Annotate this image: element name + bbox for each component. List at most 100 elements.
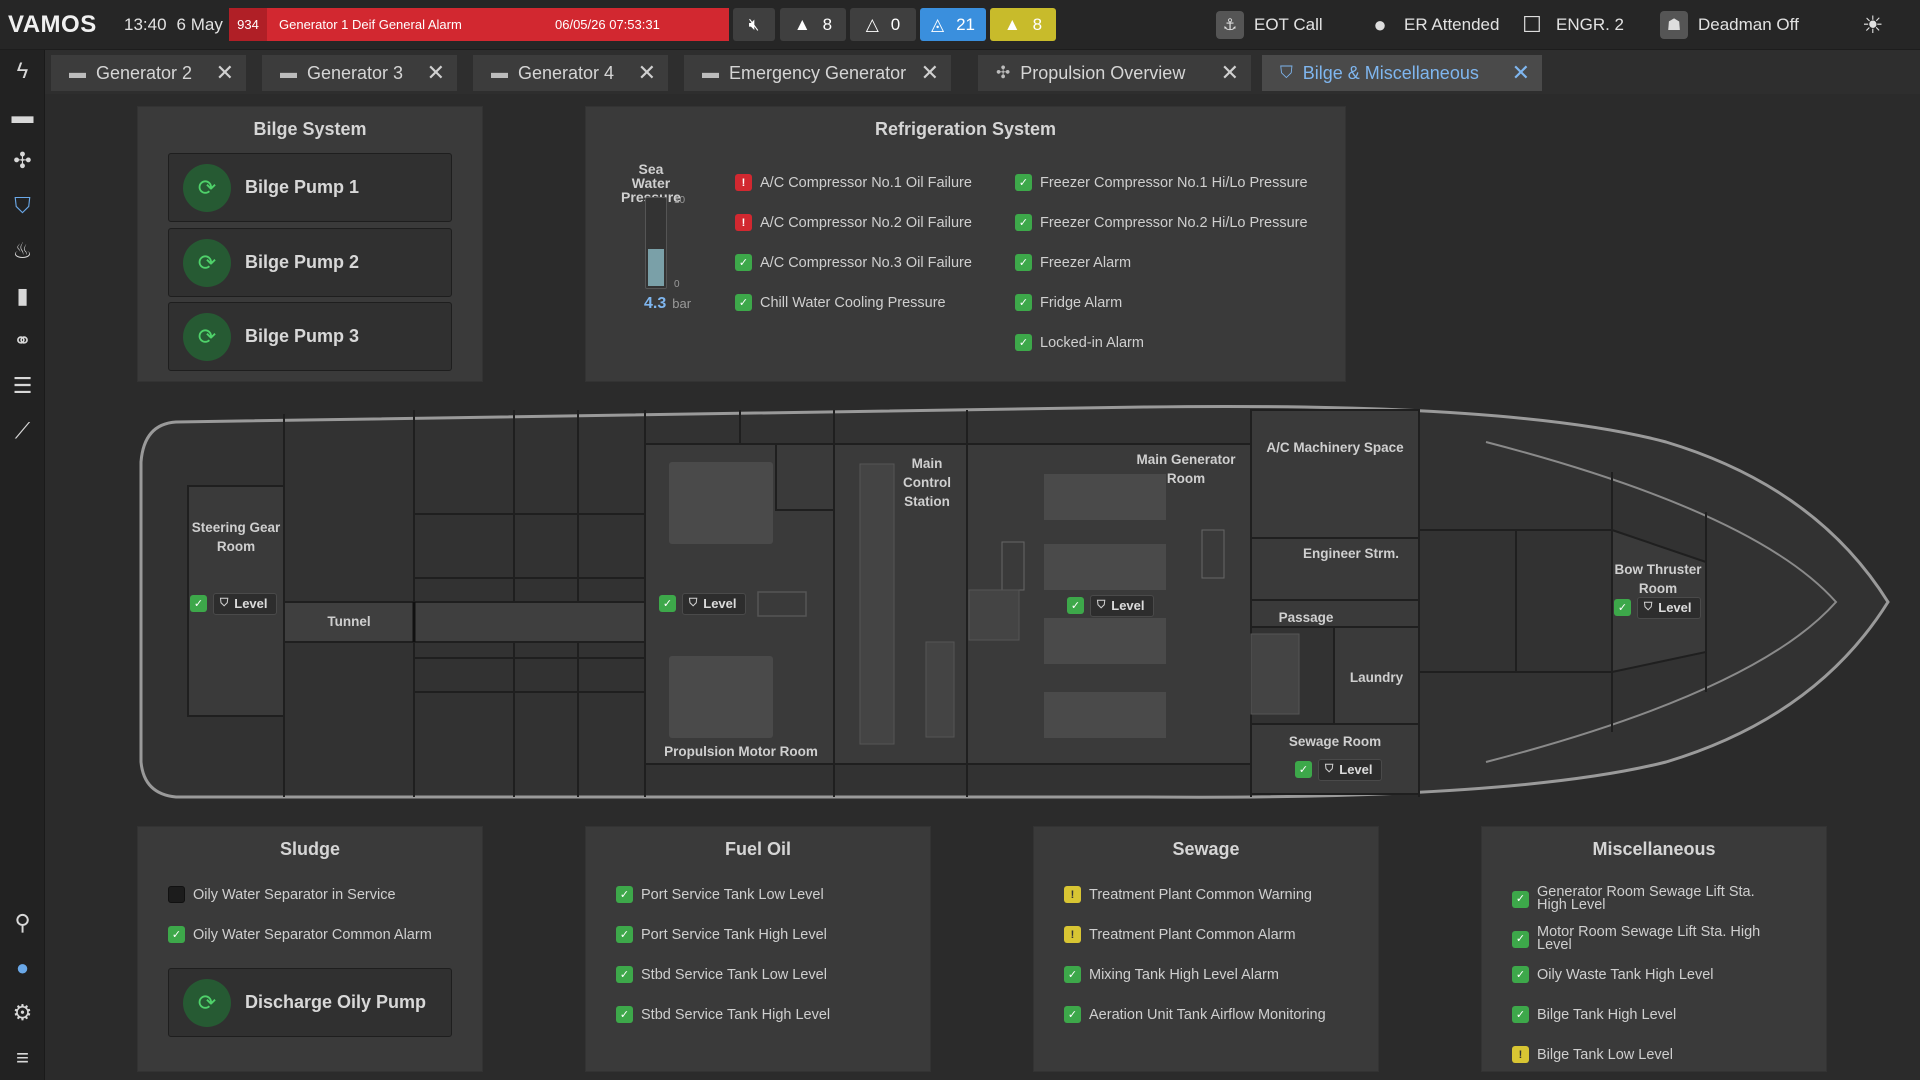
- steering-level-indicator[interactable]: ✓ ⛉ Level: [190, 592, 277, 615]
- warning-active-counter[interactable]: ▲ 8: [990, 8, 1056, 41]
- theme-toggle-button[interactable]: ☀: [1862, 0, 1884, 50]
- status-off-icon: [168, 886, 185, 903]
- status-item: ✓ Stbd Service Tank High Level: [616, 1006, 830, 1023]
- status-item: ✓ Freezer Compressor No.1 Hi/Lo Pressure: [1015, 174, 1308, 191]
- alarm-timestamp: 06/05/26 07:53:31: [555, 17, 660, 32]
- status-item: ✓ Port Service Tank Low Level: [616, 886, 824, 903]
- tab-bar: ▬ Generator 2 ✕ ▬ Generator 3 ✕ ▬ Genera…: [45, 50, 1920, 94]
- eot-call-button[interactable]: ⚓︎ EOT Call: [1216, 0, 1323, 50]
- level-icon: ⛉: [220, 597, 229, 609]
- alarm-list-icon: ☰: [12, 373, 33, 398]
- room-ac-machinery: A/C Machinery Space: [1266, 440, 1404, 455]
- tab-propulsion-overview[interactable]: ✣ Propulsion Overview ✕: [978, 55, 1251, 91]
- sidebar-power[interactable]: ϟ: [0, 53, 45, 89]
- engine-icon: ▬: [702, 63, 719, 82]
- sidebar-menu[interactable]: ≡: [0, 1040, 45, 1076]
- status-label: A/C Compressor No.2 Oil Failure: [760, 214, 972, 231]
- alarm-counter[interactable]: ▲ 8: [780, 8, 846, 41]
- status-label: Freezer Compressor No.1 Hi/Lo Pressure: [1040, 174, 1308, 191]
- status-ok-icon: ✓: [1015, 174, 1032, 191]
- er-attended-button[interactable]: ● ER Attended: [1366, 0, 1499, 50]
- status-ok-icon: ✓: [735, 294, 752, 311]
- status-label: Motor Room Sewage Lift Sta. High Level: [1537, 924, 1761, 953]
- sidebar-bilge[interactable]: ⛉: [0, 188, 45, 224]
- eot-call-label: EOT Call: [1254, 15, 1323, 34]
- mute-button[interactable]: 🔇︎: [733, 8, 775, 41]
- alarm-id: 934: [229, 8, 267, 41]
- engineer-badge-icon: ☐: [1522, 12, 1542, 37]
- engine-icon: ▬: [11, 103, 34, 128]
- sidebar-engines[interactable]: ▬: [0, 98, 45, 134]
- sidebar-propulsion[interactable]: ✣: [0, 143, 45, 179]
- panel-title: Bilge System: [253, 119, 367, 139]
- status-ok-icon: ✓: [1015, 294, 1032, 311]
- status-item: ✓ A/C Compressor No.3 Oil Failure: [735, 254, 972, 271]
- warning-active-count: 8: [1032, 14, 1043, 34]
- sidebar-tanks[interactable]: ▮: [0, 278, 45, 314]
- room-bow-thruster: Bow Thruster Room: [1614, 562, 1702, 596]
- engine-icon: ▬: [280, 63, 297, 82]
- tab-emergency-generator[interactable]: ▬ Emergency Generator ✕: [684, 55, 951, 91]
- room-steering-gear: Steering Gear Room: [191, 520, 281, 554]
- bow-thruster-level-indicator[interactable]: ✓ ⛉ Level: [1614, 596, 1701, 619]
- sidebar-trends[interactable]: ⟋: [0, 413, 45, 449]
- level-label: Level: [234, 596, 268, 611]
- discharge-oily-pump-button[interactable]: ⟳ Discharge Oily Pump: [168, 968, 452, 1037]
- sidebar-network[interactable]: ⚭: [0, 323, 45, 359]
- propeller-icon: ✣: [13, 148, 32, 173]
- bilge-pump-1-button[interactable]: ⟳ Bilge Pump 1: [168, 153, 452, 222]
- status-ok-icon: ✓: [616, 966, 633, 983]
- room-propulsion-motor: Propulsion Motor Room: [664, 744, 818, 759]
- active-alarm-banner[interactable]: 934 Generator 1 Deif General Alarm 06/05…: [229, 8, 729, 41]
- tab-generator-4[interactable]: ▬ Generator 4 ✕: [473, 55, 668, 91]
- close-icon[interactable]: ✕: [638, 60, 656, 86]
- status-label: Bilge Tank Low Level: [1537, 1046, 1673, 1063]
- refrigeration-panel: Refrigeration System Sea Water Pressure …: [585, 106, 1346, 382]
- level-label: Level: [703, 596, 737, 611]
- status-label: Bilge Tank High Level: [1537, 1006, 1677, 1023]
- room-laundry: Laundry: [1349, 670, 1404, 685]
- tab-generator-3[interactable]: ▬ Generator 3 ✕: [262, 55, 457, 91]
- pump-label: Bilge Pump 1: [245, 177, 360, 197]
- engineer-button[interactable]: ☐ ENGR. 2: [1518, 0, 1624, 50]
- warning-counter[interactable]: △ 0: [850, 8, 916, 41]
- status-item: ✓ Port Service Tank High Level: [616, 926, 827, 943]
- pump-label: Discharge Oily Pump: [245, 992, 427, 1012]
- room-main-generator: Main Generator Room: [1136, 452, 1236, 486]
- bilge-pump-2-button[interactable]: ⟳ Bilge Pump 2: [168, 228, 452, 297]
- fire-icon: ♨: [12, 238, 33, 263]
- status-item: ✓ Generator Room Sewage Lift Sta. High Le…: [1512, 885, 1762, 912]
- status-warn-icon: !: [1064, 926, 1081, 943]
- tab-generator-2[interactable]: ▬ Generator 2 ✕: [51, 55, 246, 91]
- generator-level-indicator[interactable]: ✓ ⛉ Level: [1067, 594, 1154, 617]
- tab-bilge-miscellaneous[interactable]: ⛉ Bilge & Miscellaneous ✕: [1262, 55, 1542, 91]
- gauge-max: 10: [674, 195, 686, 206]
- level-icon: ⛉: [689, 597, 698, 609]
- status-label: Port Service Tank High Level: [641, 926, 827, 943]
- close-icon[interactable]: ✕: [921, 60, 939, 86]
- level-icon: ⛉: [1325, 763, 1334, 775]
- deadman-button[interactable]: ☗ Deadman Off: [1660, 0, 1799, 50]
- close-icon[interactable]: ✕: [1512, 60, 1530, 86]
- close-icon[interactable]: ✕: [427, 60, 445, 86]
- sewage-level-indicator[interactable]: ✓ ⛉ Level: [1295, 758, 1382, 781]
- acknowledged-icon: ◬: [931, 14, 945, 34]
- tank-icon: ▮: [16, 283, 29, 308]
- ship-layout: Steering Gear Room Tunnel Propulsion Mot…: [136, 402, 1892, 802]
- status-item: ✓ Chill Water Cooling Pressure: [735, 294, 946, 311]
- close-icon[interactable]: ✕: [1221, 60, 1239, 86]
- sidebar-user[interactable]: ●: [0, 950, 45, 986]
- sidebar-fire[interactable]: ♨: [0, 233, 45, 269]
- warning-count: 0: [890, 14, 901, 34]
- propulsion-level-indicator[interactable]: ✓ ⛉ Level: [659, 592, 746, 615]
- acknowledged-counter[interactable]: ◬ 21: [920, 8, 986, 41]
- engineer-label: ENGR. 2: [1556, 15, 1625, 34]
- bilge-pump-3-button[interactable]: ⟳ Bilge Pump 3: [168, 302, 452, 371]
- close-icon[interactable]: ✕: [216, 60, 234, 86]
- sidebar-alarm-list[interactable]: ☰: [0, 368, 45, 404]
- alarm-triangle-icon: ▲: [793, 14, 811, 34]
- sidebar-search[interactable]: ⚲: [0, 905, 45, 941]
- sidebar-settings[interactable]: ⚙: [0, 995, 45, 1031]
- sea-water-pressure-gauge: [645, 197, 667, 289]
- tab-label: Generator 3: [307, 62, 404, 83]
